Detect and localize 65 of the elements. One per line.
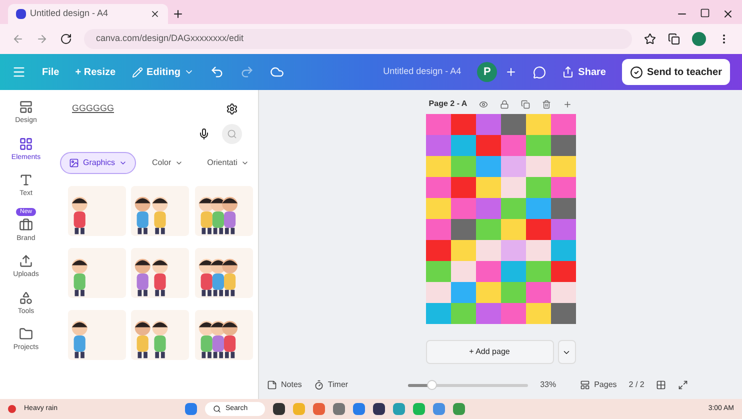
reload-icon[interactable]	[60, 33, 72, 45]
share-icon	[562, 66, 574, 78]
sidebar-icon	[18, 327, 33, 341]
check-circle-icon	[630, 66, 643, 78]
sidebar-icon	[18, 218, 33, 232]
profile-avatar[interactable]	[692, 32, 706, 46]
close-icon[interactable]	[150, 9, 160, 19]
search-text[interactable]: GGGGGG	[72, 102, 114, 116]
app-icon[interactable]	[373, 403, 386, 415]
cloud-icon[interactable]	[270, 65, 284, 79]
filter-chip[interactable]: Graphics	[60, 152, 136, 174]
search-button[interactable]	[222, 124, 242, 144]
filter-chip[interactable]: Orientati	[199, 152, 258, 174]
app-icon[interactable]	[273, 403, 286, 415]
add-icon[interactable]	[505, 66, 518, 78]
delete-icon[interactable]	[542, 100, 552, 108]
zoom-reading: 33%	[540, 379, 556, 391]
pages-button[interactable]: Pages	[580, 379, 617, 391]
fullscreen-icon[interactable]	[678, 380, 688, 390]
maximize-icon[interactable]	[700, 8, 710, 18]
new-tab-icon[interactable]	[172, 8, 184, 20]
back-icon[interactable]	[12, 33, 24, 45]
sidebar-icon	[19, 254, 33, 268]
search-icon	[227, 128, 237, 138]
sidebar-icon	[19, 136, 33, 150]
grid-view-icon[interactable]	[656, 380, 666, 390]
microphone-icon[interactable]	[198, 128, 210, 140]
timer-button[interactable]: Timer	[314, 379, 348, 391]
pages-icon	[580, 380, 590, 390]
lock-icon[interactable]	[500, 100, 510, 108]
tab-title: Untitled design - A4	[30, 7, 108, 20]
design-title[interactable]: Untitled design - A4	[383, 65, 462, 79]
forward-icon[interactable]	[36, 33, 48, 45]
design-page[interactable]	[426, 114, 576, 324]
notes-button[interactable]: Notes	[267, 379, 302, 391]
zoom-thumb[interactable]	[427, 380, 438, 390]
address-field[interactable]: canva.com/design/DAGxxxxxxxx/edit	[84, 29, 632, 49]
settings-icon[interactable]	[226, 102, 238, 115]
sidebar-icon	[19, 290, 33, 304]
pencil-icon	[132, 66, 143, 78]
sidebar-icon	[18, 100, 33, 114]
weather-icon	[8, 405, 16, 413]
close-icon[interactable]	[722, 8, 734, 20]
comment-icon[interactable]	[533, 66, 546, 78]
search-icon	[213, 405, 222, 413]
browser-tab[interactable]: Untitled design - A4	[8, 4, 168, 24]
start-icon[interactable]	[185, 403, 198, 415]
page-label: Page 2 - A	[428, 98, 468, 110]
user-avatar[interactable]: P	[477, 62, 498, 82]
image-icon	[69, 158, 79, 168]
sidebar-icon	[19, 173, 33, 187]
undo-icon[interactable]	[210, 65, 224, 79]
extensions-icon[interactable]	[668, 33, 680, 45]
note-icon	[267, 380, 277, 390]
share-button[interactable]: Share	[562, 64, 606, 80]
duplicate-icon[interactable]	[521, 100, 530, 108]
page-count: 2 / 2	[628, 379, 644, 391]
eye-icon[interactable]	[479, 100, 488, 108]
timer-icon	[314, 380, 324, 390]
canva-favicon-icon	[16, 9, 26, 19]
add-page-button[interactable]: + Add page	[426, 340, 554, 364]
send-to-teacher-button[interactable]: Send to teacher	[622, 59, 730, 85]
bookmark-icon[interactable]	[644, 33, 656, 45]
filter-chip[interactable]: Color	[144, 152, 192, 174]
add-icon[interactable]	[563, 100, 572, 108]
